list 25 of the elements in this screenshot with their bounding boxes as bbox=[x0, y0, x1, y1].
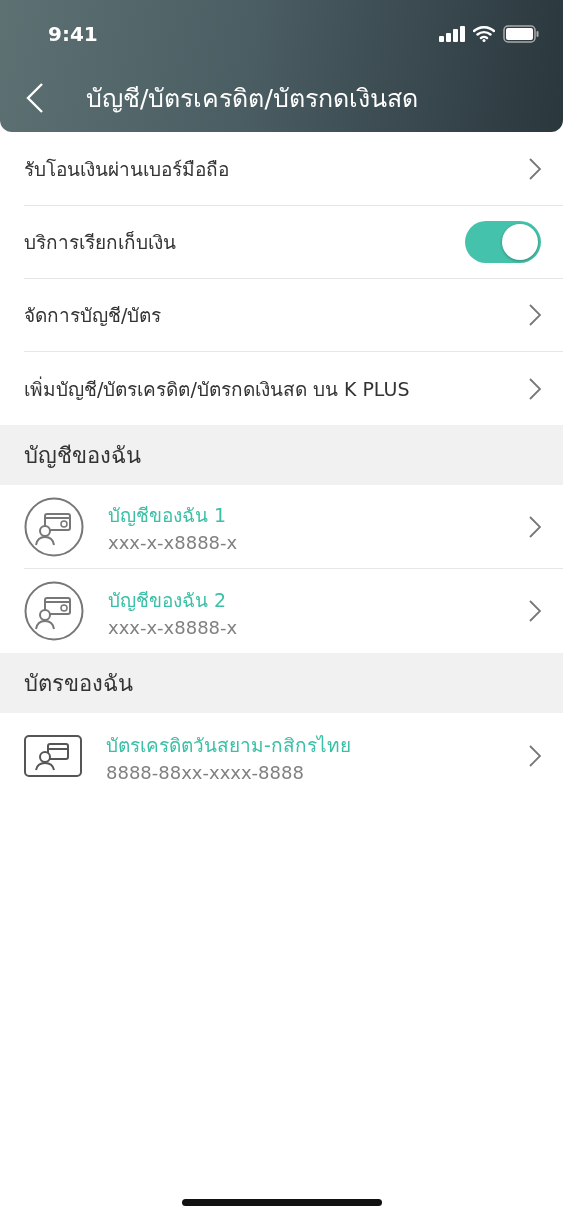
account-number: xxx-x-x8888-x bbox=[108, 532, 239, 553]
account-icon bbox=[24, 581, 84, 641]
chevron-right-icon bbox=[529, 600, 541, 622]
card-icon bbox=[24, 735, 82, 777]
setting-label: บริการเรียกเก็บเงิน bbox=[24, 230, 176, 255]
menu-item[interactable]: จัดการบัญชี/บัตร bbox=[24, 279, 563, 352]
chevron-right-icon bbox=[529, 515, 541, 538]
chevron-right-icon bbox=[529, 377, 541, 400]
section-header: บัญชีของฉัน bbox=[0, 425, 563, 485]
menu-item[interactable]: รับโอนเงินผ่านเบอร์มือถือ bbox=[24, 132, 563, 206]
section-header: บัตรของฉัน bbox=[0, 653, 563, 713]
battery-icon bbox=[503, 25, 539, 43]
status-time: 9:41 bbox=[48, 22, 98, 46]
account-number: xxx-x-x8888-x bbox=[108, 616, 239, 638]
chevron-right-icon bbox=[529, 157, 541, 180]
window-title: บัญชี/บัตรเครดิต/บัตรกดเงินสด bbox=[86, 83, 418, 115]
wifi-icon bbox=[473, 26, 495, 42]
toggle-switch[interactable] bbox=[465, 221, 541, 263]
chevron-right-icon bbox=[529, 304, 541, 326]
signal-icon bbox=[439, 26, 465, 42]
account-icon bbox=[24, 496, 84, 557]
menu-item[interactable]: เพิ่มบัญชี/บัตรเครดิต/บัตรกดเงินสด บน K PLUS bbox=[24, 352, 563, 425]
chevron-right-icon bbox=[529, 745, 541, 767]
back-icon[interactable] bbox=[26, 82, 44, 114]
account-number: 8888-88xx-xxxx-8888 bbox=[106, 761, 305, 783]
